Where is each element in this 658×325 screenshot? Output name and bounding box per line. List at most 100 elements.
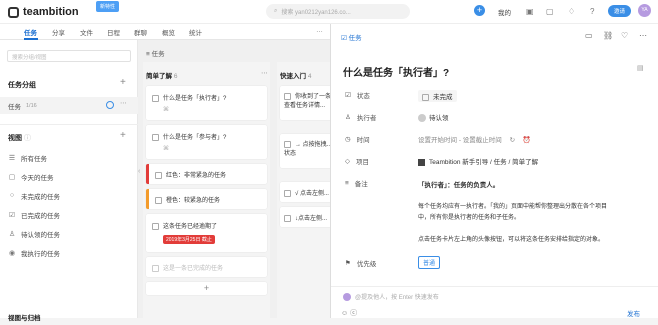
column-quickstart: 快速入门 4 你收到了一条... 查看任务详情... → 点按拖拽... 状态 … [277,62,340,318]
more-icon[interactable]: ⋯ [639,31,647,40]
task-checkbox[interactable] [284,189,291,197]
status-value[interactable]: 未完成 [418,90,457,102]
link-icon[interactable]: ⛓ [603,31,613,40]
sidebar-item-all-tasks[interactable]: ☰ 所有任务 [0,149,138,166]
comment-input[interactable]: @提及他人，按 Enter 快速发布 [343,292,439,302]
project-label: 项目 [356,159,369,166]
task-detail-panel: ☑ 任务 ▭ ⛓ ♡ ⋯ ▤ 什么是任务「执行者」? ☑ 状态 未完成 ♙ 执行者 … [330,24,658,318]
sidebar-item-incomplete[interactable]: ○ 未完成的任务 [0,187,138,204]
tabs-more-icon[interactable]: … [316,27,323,34]
help-icon[interactable]: ? [590,7,594,16]
publish-button[interactable]: 发布 [627,308,640,318]
user-avatar[interactable]: YA [638,4,651,17]
tab-files[interactable]: 文件 [80,27,93,37]
new-feature-badge[interactable]: 新特性 [96,1,120,12]
time-value[interactable]: 设置开始时间 - 设置截止时间 ↻ ⏰ [418,134,531,144]
task-checkbox[interactable] [284,140,291,148]
executor-value[interactable]: 待认领 [418,112,449,123]
comment-avatar-icon [343,293,351,302]
task-board: ≡ 任务 简单了解 6 ⋯ 什么是任务「执行者」? ⌘ 什么是任务「参与者」? ⌘ … [138,40,340,318]
status-text: 未完成 [433,94,453,101]
task-checkbox[interactable] [152,222,159,230]
column-more-icon[interactable]: ⋯ [261,69,268,77]
tab-schedule[interactable]: 日程 [107,27,120,37]
view-label: 未完成的任务 [21,193,60,201]
task-title: 橙色：较紧急的任务 [166,198,221,204]
status-checkbox[interactable] [422,93,429,101]
task-card-overdue[interactable]: 这条任务已经逾期了 2019年3月25日 截止 [146,214,267,252]
task-card-done[interactable]: 这是一条已完成的任务 [146,257,267,277]
add-view-icon[interactable]: + [120,130,126,141]
priority-value[interactable]: 普通 [418,256,441,269]
status-row: ☑ 状态 [345,90,370,100]
emoji-icon[interactable]: ☺ ⓒ [341,308,357,318]
task-checkbox[interactable] [155,171,162,179]
like-icon[interactable]: ♡ [621,31,628,40]
task-checkbox[interactable] [152,133,159,141]
alarm-icon[interactable]: ⏰ [523,137,531,144]
sidebar-bottom-archive[interactable]: 视图与归档 [0,308,138,325]
task-card-high[interactable]: 橙色：较紧急的任务 [146,189,267,209]
sidebar-item-completed[interactable]: ☑ 已完成的任务 [0,206,138,223]
executor-avatar [418,114,426,123]
global-search-input[interactable]: ⌕ 搜索 yan0212yan126.co... [266,4,410,19]
group-more-icon[interactable]: ⋯ [120,99,127,107]
sidebar-item-today[interactable]: ▢ 今天的任务 [0,168,138,185]
calendar-icon[interactable]: ▣ [526,7,534,16]
column-title: 简单了解 6 [146,70,177,80]
calendar-today-icon: ▢ [8,173,16,181]
add-group-icon[interactable]: + [120,77,126,88]
collapse-icon[interactable]: ≡ [146,51,150,58]
board-header-text: 任务 [151,51,165,58]
sidebar: 搜索分组/视图 任务分组 + 任务 1/16 ⋯ 视图 ⓘ + ☰ 所有任务 ▢ 今… [0,40,138,322]
note-icon: ≡ [345,179,349,187]
time-row: ◷ 时间 [345,134,370,144]
tab-tasks[interactable]: 任务 [24,27,37,37]
notification-bell-icon[interactable]: ♢ [568,7,575,16]
task-card[interactable]: 什么是任务「执行者」? ⌘ [146,86,267,120]
task-title[interactable]: 什么是任务「执行者」? [343,64,449,79]
tab-share[interactable]: 分享 [52,27,65,37]
note-line-3: 中，所有你是执行者的任务和子任务。 [418,215,521,221]
task-card[interactable]: 什么是任务「参与者」? ⌘ [146,125,267,159]
app-logo[interactable]: teambition [8,6,79,18]
sidebar-search-input[interactable]: 搜索分组/视图 [7,50,131,62]
sidebar-item-my-tasks[interactable]: ◉ 我执行的任务 [0,244,138,261]
user-icon: ◉ [8,249,16,257]
repeat-icon[interactable]: ↻ [510,137,515,144]
toggle-icon[interactable]: ▭ [585,31,593,40]
task-title: 什么是任务「参与者」? [163,135,227,141]
mine-link[interactable]: 我的 [498,7,511,17]
checkbox-checked-icon: ☑ [8,211,16,219]
quick-add-button[interactable]: + [474,5,485,16]
tab-overview[interactable]: 概览 [162,27,175,37]
scroll-left-icon[interactable]: ‹ [138,168,140,175]
task-checkbox[interactable] [152,264,159,272]
sidebar-item-unclaimed[interactable]: ♙ 待认领的任务 [0,225,138,242]
task-checkbox[interactable] [155,196,162,204]
start-time[interactable]: 设置开始时间 [418,137,457,144]
view-header-text: 视图 [8,135,22,142]
archive-label: 视图与归档 [8,314,41,322]
tab-group-chat[interactable]: 群聊 [134,27,147,37]
task-checkbox[interactable] [152,94,159,102]
tab-stats[interactable]: 统计 [189,27,202,37]
project-value[interactable]: Teambition 新手引导 / 任务 / 简单了解 [418,156,538,166]
details-toggle-icon[interactable]: ▤ [637,64,644,72]
task-card-urgent[interactable]: 红色：非常紧急的任务 [146,164,267,184]
end-time[interactable]: 设置截止时间 [463,137,502,144]
task-checkbox[interactable] [284,214,291,222]
chat-icon[interactable]: ▢ [546,7,554,16]
search-icon: ⌕ [274,8,278,14]
add-task-button[interactable]: + [146,282,267,295]
task-checkbox[interactable] [284,92,291,100]
project-path: Teambition 新手引导 / 任务 / 简单了解 [429,159,539,166]
flag-icon: ⚑ [345,260,351,267]
panel-breadcrumb[interactable]: ☑ 任务 [341,32,362,42]
group-name: 任务 [8,103,21,111]
invite-button[interactable]: 邀请 [608,5,632,17]
task-title: 这是一条已完成的任务 [163,266,224,272]
sidebar-item-tasks[interactable]: 任务 1/16 ⋯ [0,97,138,114]
task-icon: ☑ [341,35,347,42]
view-help-icon[interactable]: ⓘ [24,135,31,142]
